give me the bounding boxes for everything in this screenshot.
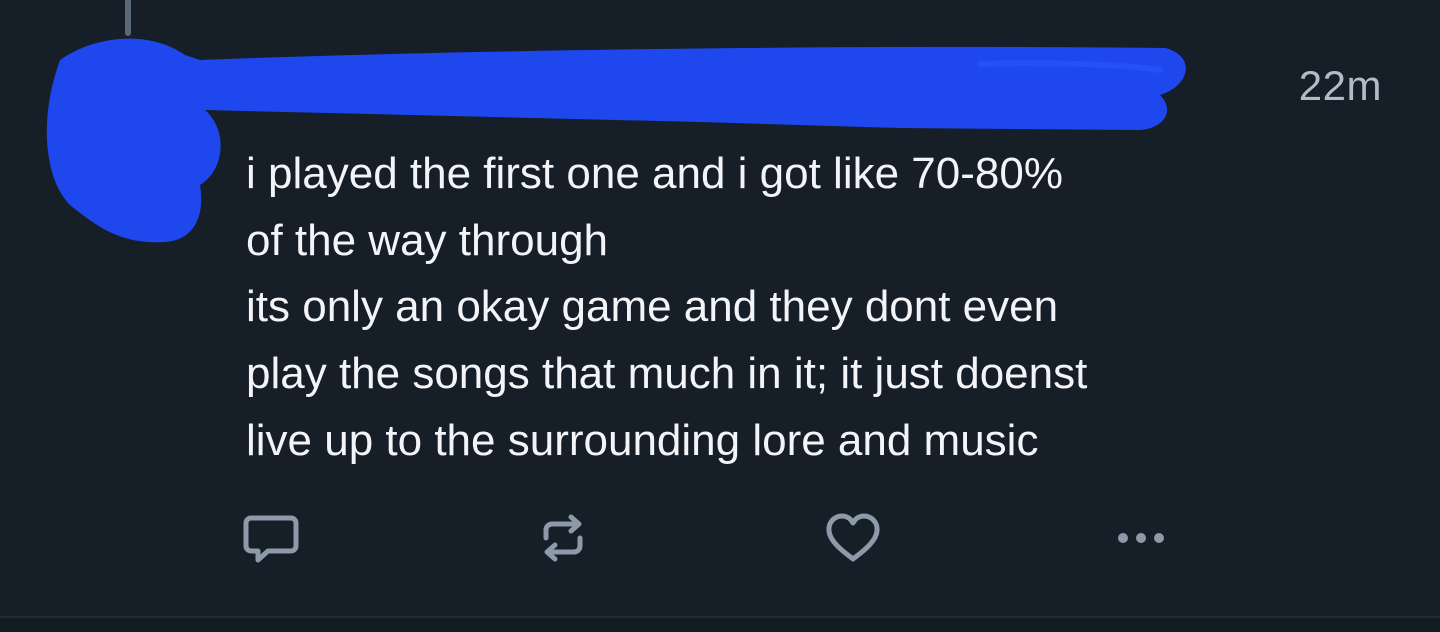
repost-icon	[543, 514, 583, 562]
post-text-line: play the songs that much in it; it just …	[246, 349, 1088, 398]
post-action-bar	[0, 508, 1440, 568]
reply-button[interactable]	[239, 508, 303, 568]
post-divider	[0, 616, 1440, 632]
like-button[interactable]	[821, 508, 885, 568]
post-timestamp: 22m	[1298, 62, 1382, 109]
post-text-line: of the way through	[246, 216, 609, 265]
post-text: i played the first one and i got like 70…	[246, 140, 1386, 474]
repost-button[interactable]	[531, 508, 595, 568]
post-text-line: its only an okay game and they dont even	[246, 282, 1059, 331]
post-text-line: i played the first one and i got like 70…	[246, 149, 1063, 198]
comment-icon	[243, 515, 299, 563]
more-dots-icon	[1118, 533, 1164, 543]
post-text-line: live up to the surrounding lore and musi…	[246, 416, 1039, 465]
more-options-button[interactable]	[1109, 508, 1173, 568]
heart-icon	[826, 513, 880, 562]
